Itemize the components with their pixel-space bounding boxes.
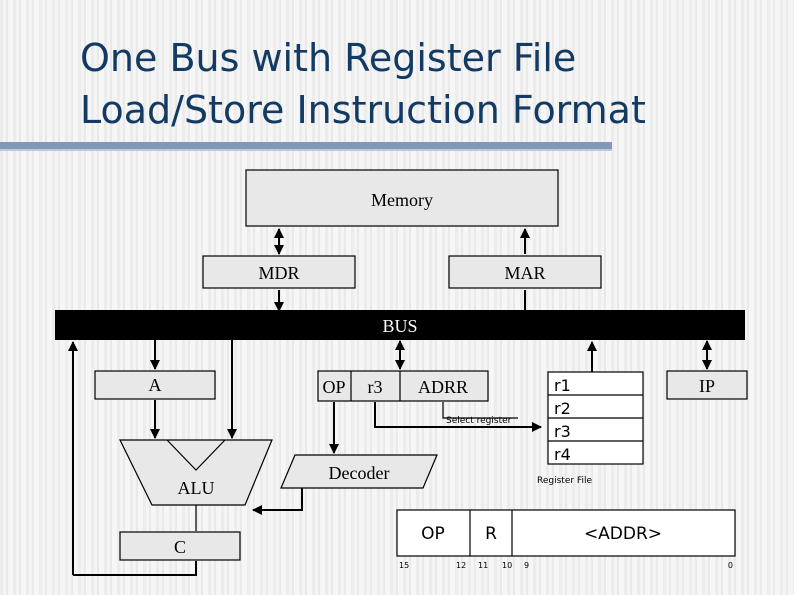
register-cell-r3: r3 bbox=[554, 422, 571, 441]
memory-label: Memory bbox=[371, 190, 433, 210]
c-register-label: C bbox=[174, 537, 186, 557]
ip-register-label: IP bbox=[699, 376, 715, 396]
instruction-format-box bbox=[396, 509, 736, 557]
bit-label-15: 15 bbox=[399, 561, 409, 570]
ir-addr-label: ADRR bbox=[418, 377, 468, 397]
alu-label: ALU bbox=[178, 478, 215, 498]
mar-label: MAR bbox=[504, 263, 545, 283]
register-cell-r2: r2 bbox=[554, 399, 571, 418]
bit-label-0: 0 bbox=[728, 561, 733, 570]
mdr-label: MDR bbox=[258, 263, 299, 283]
ir-op-label: OP bbox=[322, 377, 345, 397]
title-divider-rule bbox=[0, 142, 612, 149]
wire-decoder-to-alu bbox=[252, 488, 303, 515]
fmt-field-r: R bbox=[485, 524, 497, 544]
wire-c-return-path bbox=[73, 561, 197, 576]
bit-label-11: 11 bbox=[478, 561, 488, 570]
architecture-diagram: Memory MDR MAR BUS A ALU C OP r3 ADRR Se… bbox=[0, 150, 794, 595]
fmt-field-addr: <ADDR> bbox=[584, 524, 662, 544]
register-file-caption: Register File bbox=[537, 476, 592, 486]
register-cell-r1: r1 bbox=[554, 376, 571, 395]
decoder-label: Decoder bbox=[329, 463, 390, 483]
select-register-label: Select register bbox=[446, 416, 512, 426]
bit-label-12: 12 bbox=[456, 561, 466, 570]
fmt-field-op: OP bbox=[421, 524, 445, 544]
title-line-1: One Bus with Register File bbox=[80, 36, 577, 80]
bit-label-9: 9 bbox=[524, 561, 529, 570]
page-title: One Bus with Register File Load/Store In… bbox=[80, 32, 780, 136]
bus-label: BUS bbox=[382, 316, 417, 336]
bit-label-10: 10 bbox=[502, 561, 512, 570]
title-line-2: Load/Store Instruction Format bbox=[80, 88, 646, 132]
register-cell-r4: r4 bbox=[554, 445, 571, 464]
a-register-label: A bbox=[149, 375, 162, 395]
ir-reg-label: r3 bbox=[368, 377, 383, 397]
slide: One Bus with Register File Load/Store In… bbox=[0, 0, 794, 595]
